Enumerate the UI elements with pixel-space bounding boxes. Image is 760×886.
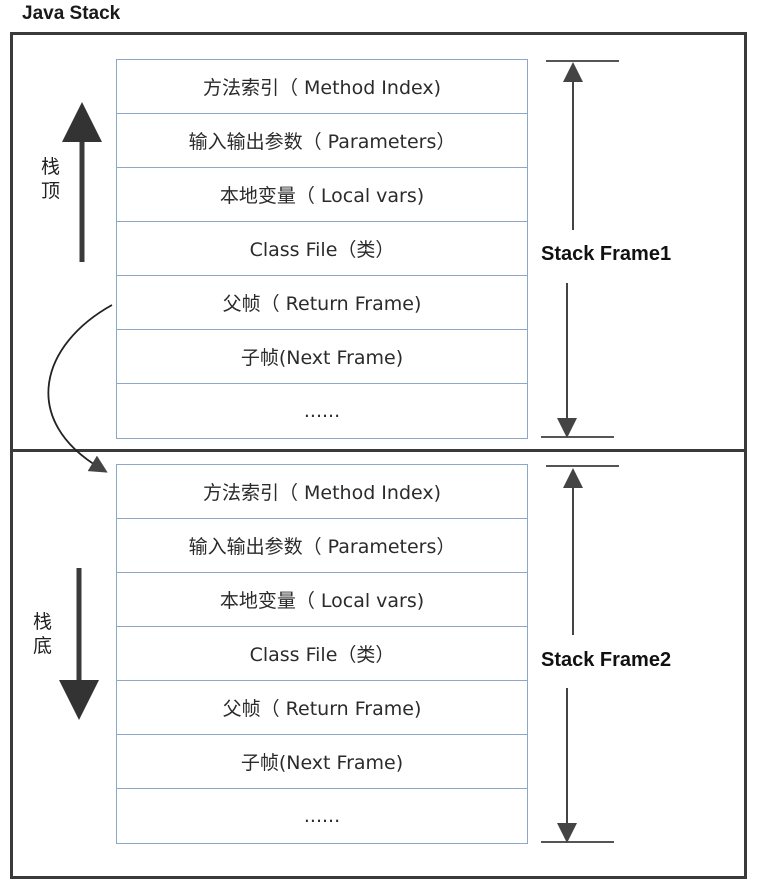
stack-bottom-label: 栈底 bbox=[33, 611, 53, 657]
stack-top-label: 栈顶 bbox=[41, 156, 61, 202]
stack-frame-2-label: Stack Frame2 bbox=[541, 647, 672, 674]
arrows-overlay bbox=[47, 60, 619, 843]
return-frame-link-arrow bbox=[47, 304, 113, 473]
stack-frame-1-label: Stack Frame1 bbox=[541, 241, 672, 268]
